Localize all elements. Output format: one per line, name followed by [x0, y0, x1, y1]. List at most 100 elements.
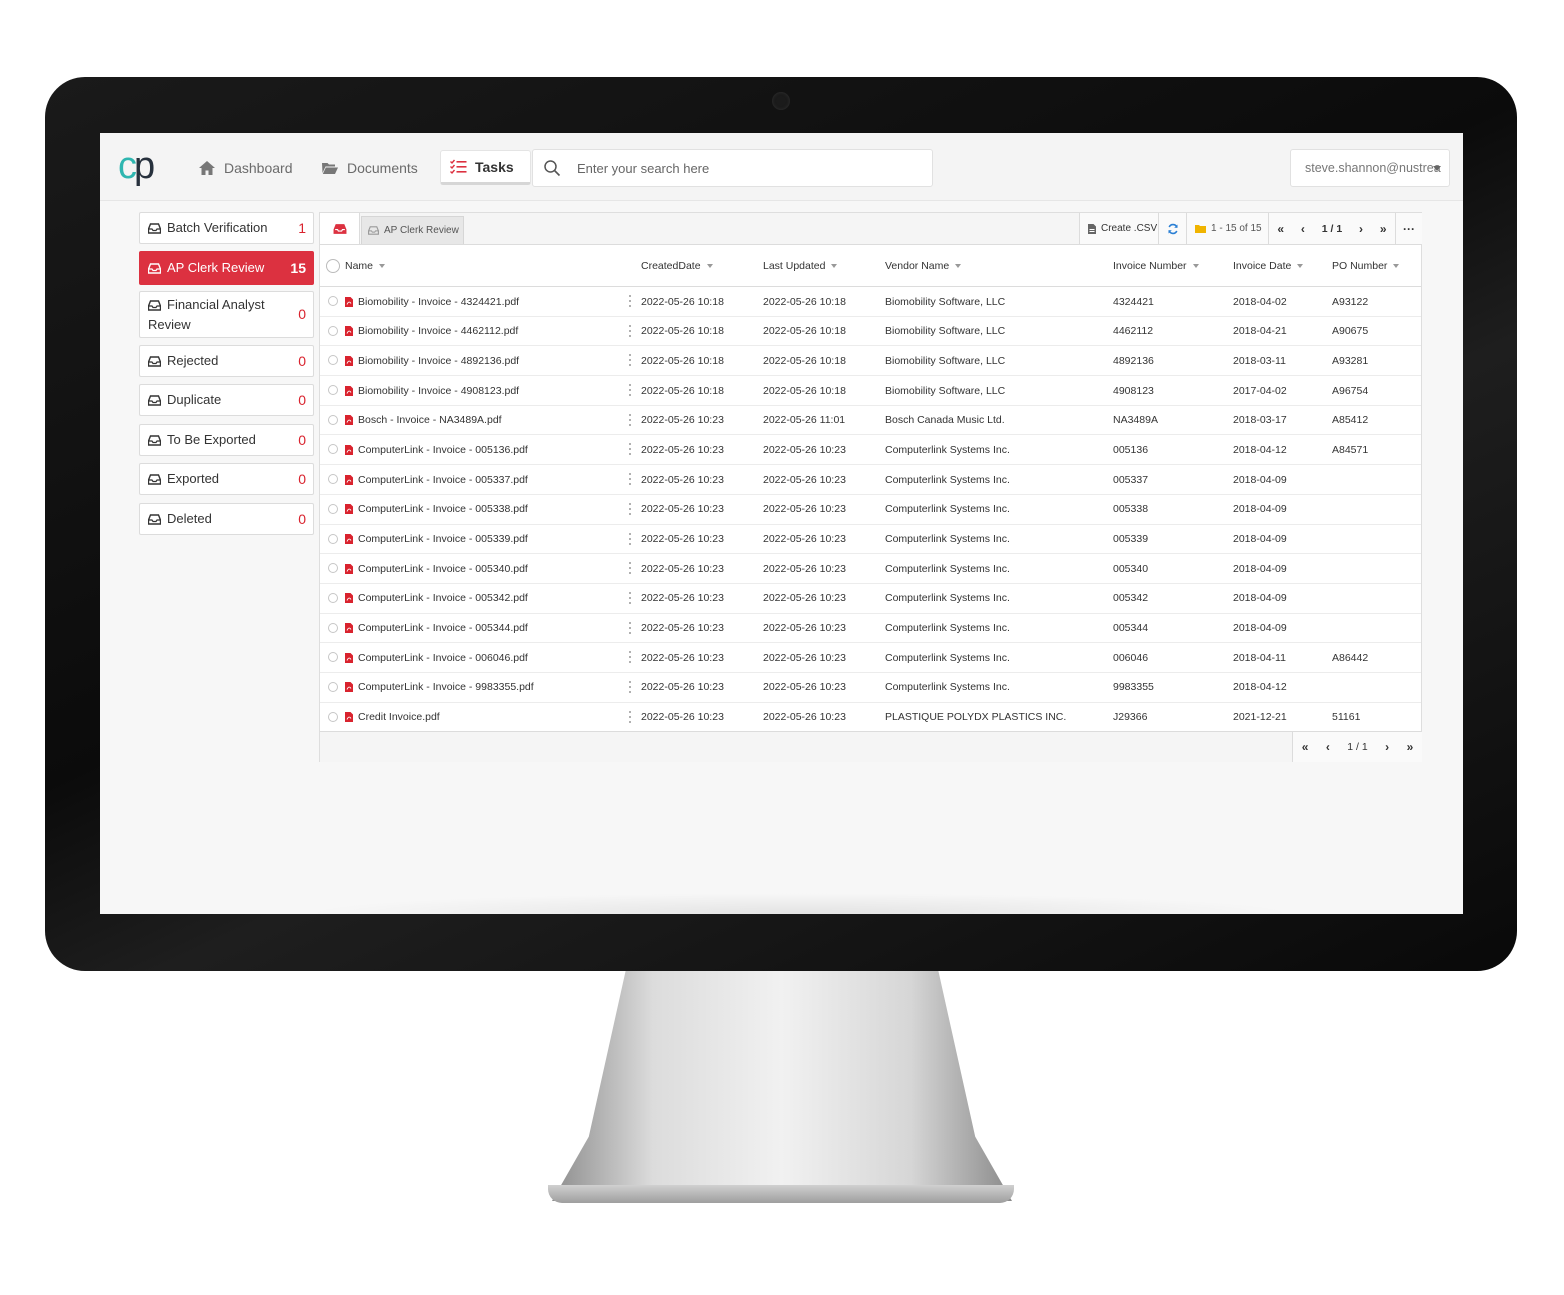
select-all-checkbox[interactable] — [326, 259, 340, 273]
table-row[interactable]: ComputerLink - Invoice - 005339.pdf 2022-… — [320, 525, 1421, 555]
column-header-po-number[interactable]: PO Number — [1332, 245, 1400, 287]
table-row[interactable]: ComputerLink - Invoice - 005338.pdf 2022-… — [320, 495, 1421, 525]
document-name[interactable]: ComputerLink - Invoice - 005339.pdf — [358, 533, 528, 545]
cell-name[interactable]: ComputerLink - Invoice - 9983355.pdf — [345, 673, 534, 702]
row-checkbox[interactable] — [328, 652, 338, 663]
create-csv-button[interactable]: Create .CSV — [1079, 213, 1158, 244]
cell-name[interactable]: Biomobility - Invoice - 4324421.pdf — [345, 287, 519, 316]
next-page-button[interactable]: › — [1359, 222, 1363, 236]
table-row[interactable]: ComputerLink - Invoice - 005342.pdf 2022-… — [320, 584, 1421, 614]
refresh-button[interactable] — [1158, 213, 1186, 244]
column-header-invoice-number[interactable]: Invoice Number — [1113, 245, 1199, 287]
table-row[interactable]: Biomobility - Invoice - 4908123.pdf 2022-… — [320, 376, 1421, 406]
document-name[interactable]: Biomobility - Invoice - 4462112.pdf — [358, 325, 518, 337]
document-name[interactable]: ComputerLink - Invoice - 9983355.pdf — [358, 681, 534, 693]
document-name[interactable]: ComputerLink - Invoice - 005344.pdf — [358, 622, 528, 634]
table-row[interactable]: Biomobility - Invoice - 4892136.pdf 2022-… — [320, 346, 1421, 377]
table-row[interactable]: Bosch - Invoice - NA3489A.pdf 2022-05-26 … — [320, 406, 1421, 436]
table-row[interactable]: ComputerLink - Invoice - 9983355.pdf 2022… — [320, 673, 1421, 703]
document-name[interactable]: ComputerLink - Invoice - 005338.pdf — [358, 503, 528, 515]
row-menu-icon[interactable] — [629, 384, 631, 397]
table-row[interactable]: ComputerLink - Invoice - 005340.pdf 2022-… — [320, 554, 1421, 584]
cell-name[interactable]: ComputerLink - Invoice - 005340.pdf — [345, 554, 528, 583]
document-name[interactable]: ComputerLink - Invoice - 006046.pdf — [358, 652, 528, 664]
cell-name[interactable]: Biomobility - Invoice - 4908123.pdf — [345, 376, 519, 405]
row-menu-icon[interactable] — [629, 413, 631, 426]
last-page-button[interactable]: » — [1380, 222, 1387, 236]
queue-ap-clerk-review[interactable]: AP Clerk Review 15 — [139, 251, 314, 285]
row-checkbox[interactable] — [328, 474, 338, 485]
row-checkbox[interactable] — [328, 622, 338, 633]
prev-page-button[interactable]: ‹ — [1301, 222, 1305, 236]
next-page-button[interactable]: › — [1385, 740, 1389, 754]
row-checkbox[interactable] — [328, 444, 338, 455]
row-checkbox[interactable] — [328, 533, 338, 544]
row-menu-icon[interactable] — [629, 532, 631, 545]
row-menu-icon[interactable] — [629, 680, 631, 693]
column-header-invoice-date[interactable]: Invoice Date — [1233, 245, 1304, 287]
row-checkbox[interactable] — [328, 563, 338, 574]
last-page-button[interactable]: » — [1407, 740, 1414, 754]
queue-to-be-exported[interactable]: To Be Exported 0 — [139, 424, 314, 456]
cell-name[interactable]: Biomobility - Invoice - 4892136.pdf — [345, 346, 519, 375]
first-page-button[interactable]: « — [1302, 740, 1309, 754]
prev-page-button[interactable]: ‹ — [1326, 740, 1330, 754]
row-menu-icon[interactable] — [629, 473, 631, 486]
cell-name[interactable]: ComputerLink - Invoice - 005136.pdf — [345, 435, 528, 464]
row-menu-icon[interactable] — [629, 443, 631, 456]
user-menu-dropdown[interactable]: steve.shannon@nustrea — [1290, 149, 1450, 187]
document-name[interactable]: Biomobility - Invoice - 4324421.pdf — [358, 296, 519, 308]
document-name[interactable]: ComputerLink - Invoice - 005337.pdf — [358, 474, 528, 486]
cell-name[interactable]: Credit Invoice.pdf — [345, 703, 440, 732]
first-page-button[interactable]: « — [1277, 222, 1284, 236]
row-menu-icon[interactable] — [629, 710, 631, 723]
queue-financial-analyst-review[interactable]: Financial Analyst Review 0 — [139, 291, 314, 338]
table-row[interactable]: Credit Invoice.pdf 2022-05-26 10:23 2022-0… — [320, 703, 1421, 733]
column-header-last-updated[interactable]: Last Updated — [763, 245, 838, 287]
nav-documents[interactable]: Documents — [321, 153, 418, 183]
row-menu-icon[interactable] — [629, 324, 631, 337]
document-name[interactable]: Biomobility - Invoice - 4892136.pdf — [358, 355, 519, 367]
column-header-created-date[interactable]: CreatedDate — [641, 245, 713, 287]
table-row[interactable]: ComputerLink - Invoice - 005136.pdf 2022-… — [320, 435, 1421, 466]
queue-rejected[interactable]: Rejected 0 — [139, 345, 314, 377]
queue-inbox-button[interactable] — [320, 213, 360, 244]
row-checkbox[interactable] — [328, 385, 338, 396]
queue-batch-verification[interactable]: Batch Verification 1 — [139, 212, 314, 244]
table-row[interactable]: ComputerLink - Invoice - 005337.pdf 2022-… — [320, 465, 1421, 495]
search-input[interactable] — [575, 159, 932, 177]
table-row[interactable]: ComputerLink - Invoice - 006046.pdf 2022-… — [320, 643, 1421, 673]
document-name[interactable]: Credit Invoice.pdf — [358, 711, 440, 723]
row-checkbox[interactable] — [328, 414, 338, 425]
more-options-button[interactable]: ··· — [1395, 213, 1422, 244]
document-name[interactable]: ComputerLink - Invoice - 005136.pdf — [358, 444, 528, 456]
queue-exported[interactable]: Exported 0 — [139, 463, 314, 495]
cell-name[interactable]: ComputerLink - Invoice - 005339.pdf — [345, 525, 528, 554]
nav-tasks[interactable]: Tasks — [440, 150, 531, 185]
search-icon[interactable] — [543, 159, 561, 177]
row-checkbox[interactable] — [328, 592, 338, 603]
app-logo[interactable]: cp — [118, 147, 162, 187]
row-checkbox[interactable] — [328, 355, 338, 366]
cell-name[interactable]: Biomobility - Invoice - 4462112.pdf — [345, 317, 518, 346]
row-menu-icon[interactable] — [629, 502, 631, 515]
tab-ap-clerk-review[interactable]: AP Clerk Review — [361, 216, 464, 244]
table-row[interactable]: Biomobility - Invoice - 4324421.pdf 2022-… — [320, 287, 1421, 317]
row-checkbox[interactable] — [328, 503, 338, 514]
row-menu-icon[interactable] — [629, 295, 631, 307]
row-checkbox[interactable] — [328, 681, 338, 692]
table-row[interactable]: Biomobility - Invoice - 4462112.pdf 2022-… — [320, 317, 1421, 347]
cell-name[interactable]: ComputerLink - Invoice - 005342.pdf — [345, 584, 528, 613]
row-checkbox[interactable] — [328, 325, 338, 336]
document-name[interactable]: ComputerLink - Invoice - 005342.pdf — [358, 592, 528, 604]
document-name[interactable]: Biomobility - Invoice - 4908123.pdf — [358, 385, 519, 397]
cell-name[interactable]: ComputerLink - Invoice - 005337.pdf — [345, 465, 528, 494]
row-checkbox[interactable] — [328, 711, 338, 722]
document-name[interactable]: Bosch - Invoice - NA3489A.pdf — [358, 414, 502, 426]
queue-deleted[interactable]: Deleted 0 — [139, 503, 314, 535]
column-header-vendor-name[interactable]: Vendor Name — [885, 245, 962, 287]
cell-name[interactable]: ComputerLink - Invoice - 006046.pdf — [345, 643, 528, 672]
row-menu-icon[interactable] — [629, 591, 631, 604]
row-menu-icon[interactable] — [629, 621, 631, 634]
column-header-name[interactable]: Name — [345, 245, 386, 287]
